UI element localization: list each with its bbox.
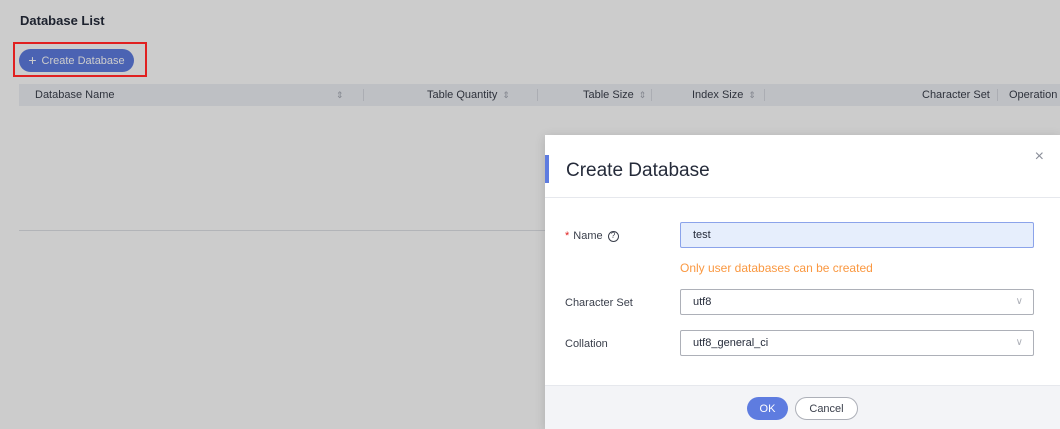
collation-select[interactable]: utf8_general_ci ∨ [680, 330, 1034, 356]
character-set-select[interactable]: utf8 ∨ [680, 289, 1034, 315]
required-mark: * [565, 230, 570, 242]
cancel-button[interactable]: Cancel [795, 397, 858, 420]
name-label: * Name ? [565, 230, 619, 242]
create-database-dialog: Create Database × * Name ? test Only use… [545, 135, 1060, 429]
help-icon[interactable]: ? [607, 230, 619, 242]
name-input[interactable]: test [680, 222, 1034, 248]
title-accent-bar [545, 155, 549, 183]
name-hint: Only user databases can be created [680, 261, 873, 275]
chevron-down-icon: ∨ [1015, 296, 1023, 307]
ok-button[interactable]: OK [747, 397, 788, 420]
dialog-divider [545, 197, 1060, 198]
dialog-title: Create Database [566, 160, 710, 181]
chevron-down-icon: ∨ [1015, 337, 1023, 348]
dialog-footer: OK Cancel [545, 385, 1060, 429]
character-set-label: Character Set [565, 297, 633, 309]
collation-label: Collation [565, 338, 608, 350]
close-icon[interactable]: × [1035, 149, 1044, 165]
highlight-annotation [13, 42, 147, 77]
